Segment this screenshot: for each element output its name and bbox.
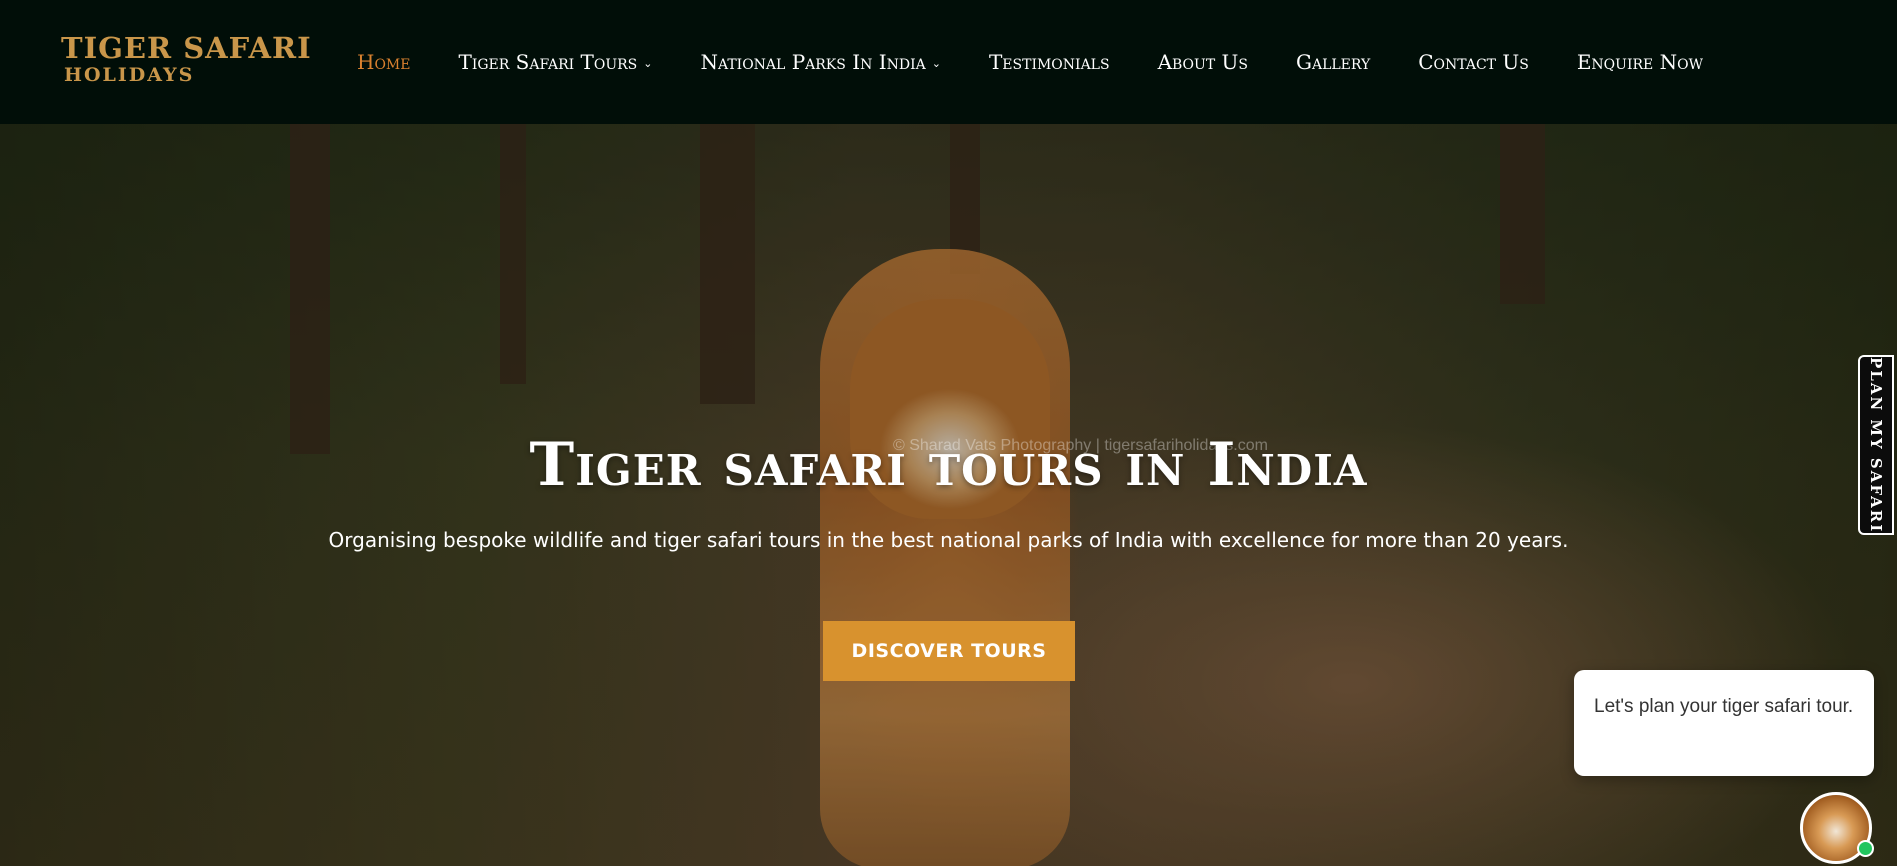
chevron-down-icon: ⌄ — [931, 56, 941, 70]
hero-title: Tiger safari tours in India — [529, 430, 1368, 500]
nav-item-label: Enquire Now — [1576, 50, 1703, 74]
site-logo[interactable]: TIGER SAFARI HOLIDAYS — [61, 32, 312, 86]
nav-item-label: Home — [357, 50, 411, 74]
nav-item-tiger-safari-tours[interactable]: Tiger Safari Tours ⌄ — [458, 50, 652, 74]
nav-item-label: National Parks In India — [700, 50, 926, 74]
plan-my-safari-label: PLAN MY SAFARI — [1867, 356, 1885, 534]
nav-item-national-parks[interactable]: National Parks In India ⌄ — [700, 50, 940, 74]
discover-tours-button[interactable]: DISCOVER TOURS — [823, 621, 1075, 681]
nav-item-testimonials[interactable]: Testimonials — [989, 50, 1110, 74]
hero-subtitle: Organising bespoke wildlife and tiger sa… — [328, 528, 1569, 552]
logo-text-line1: TIGER SAFARI — [61, 31, 312, 65]
main-menu: Home Tiger Safari Tours ⌄ National Parks … — [357, 0, 1751, 124]
nav-item-label: Tiger Safari Tours — [458, 50, 638, 74]
chat-message: Let's plan your tiger safari tour. — [1594, 696, 1854, 717]
nav-item-label: Testimonials — [988, 50, 1110, 74]
chat-welcome-bubble[interactable]: Let's plan your tiger safari tour. — [1574, 670, 1874, 776]
plan-my-safari-tab[interactable]: PLAN MY SAFARI — [1858, 355, 1894, 535]
nav-item-about-us[interactable]: About Us — [1158, 50, 1248, 74]
nav-item-label: About Us — [1157, 50, 1248, 74]
nav-item-home[interactable]: Home — [357, 50, 410, 74]
online-status-indicator — [1857, 840, 1874, 857]
top-navigation-bar: TIGER SAFARI HOLIDAYS Home Tiger Safari … — [0, 0, 1897, 124]
nav-item-label: Gallery — [1295, 50, 1371, 74]
logo-text-line2: HOLIDAYS — [64, 64, 195, 86]
nav-item-label: Contact Us — [1418, 50, 1529, 74]
nav-item-gallery[interactable]: Gallery — [1296, 50, 1370, 74]
chevron-down-icon: ⌄ — [643, 56, 653, 70]
nav-item-contact-us[interactable]: Contact Us — [1418, 50, 1529, 74]
nav-item-enquire-now[interactable]: Enquire Now — [1577, 50, 1703, 74]
